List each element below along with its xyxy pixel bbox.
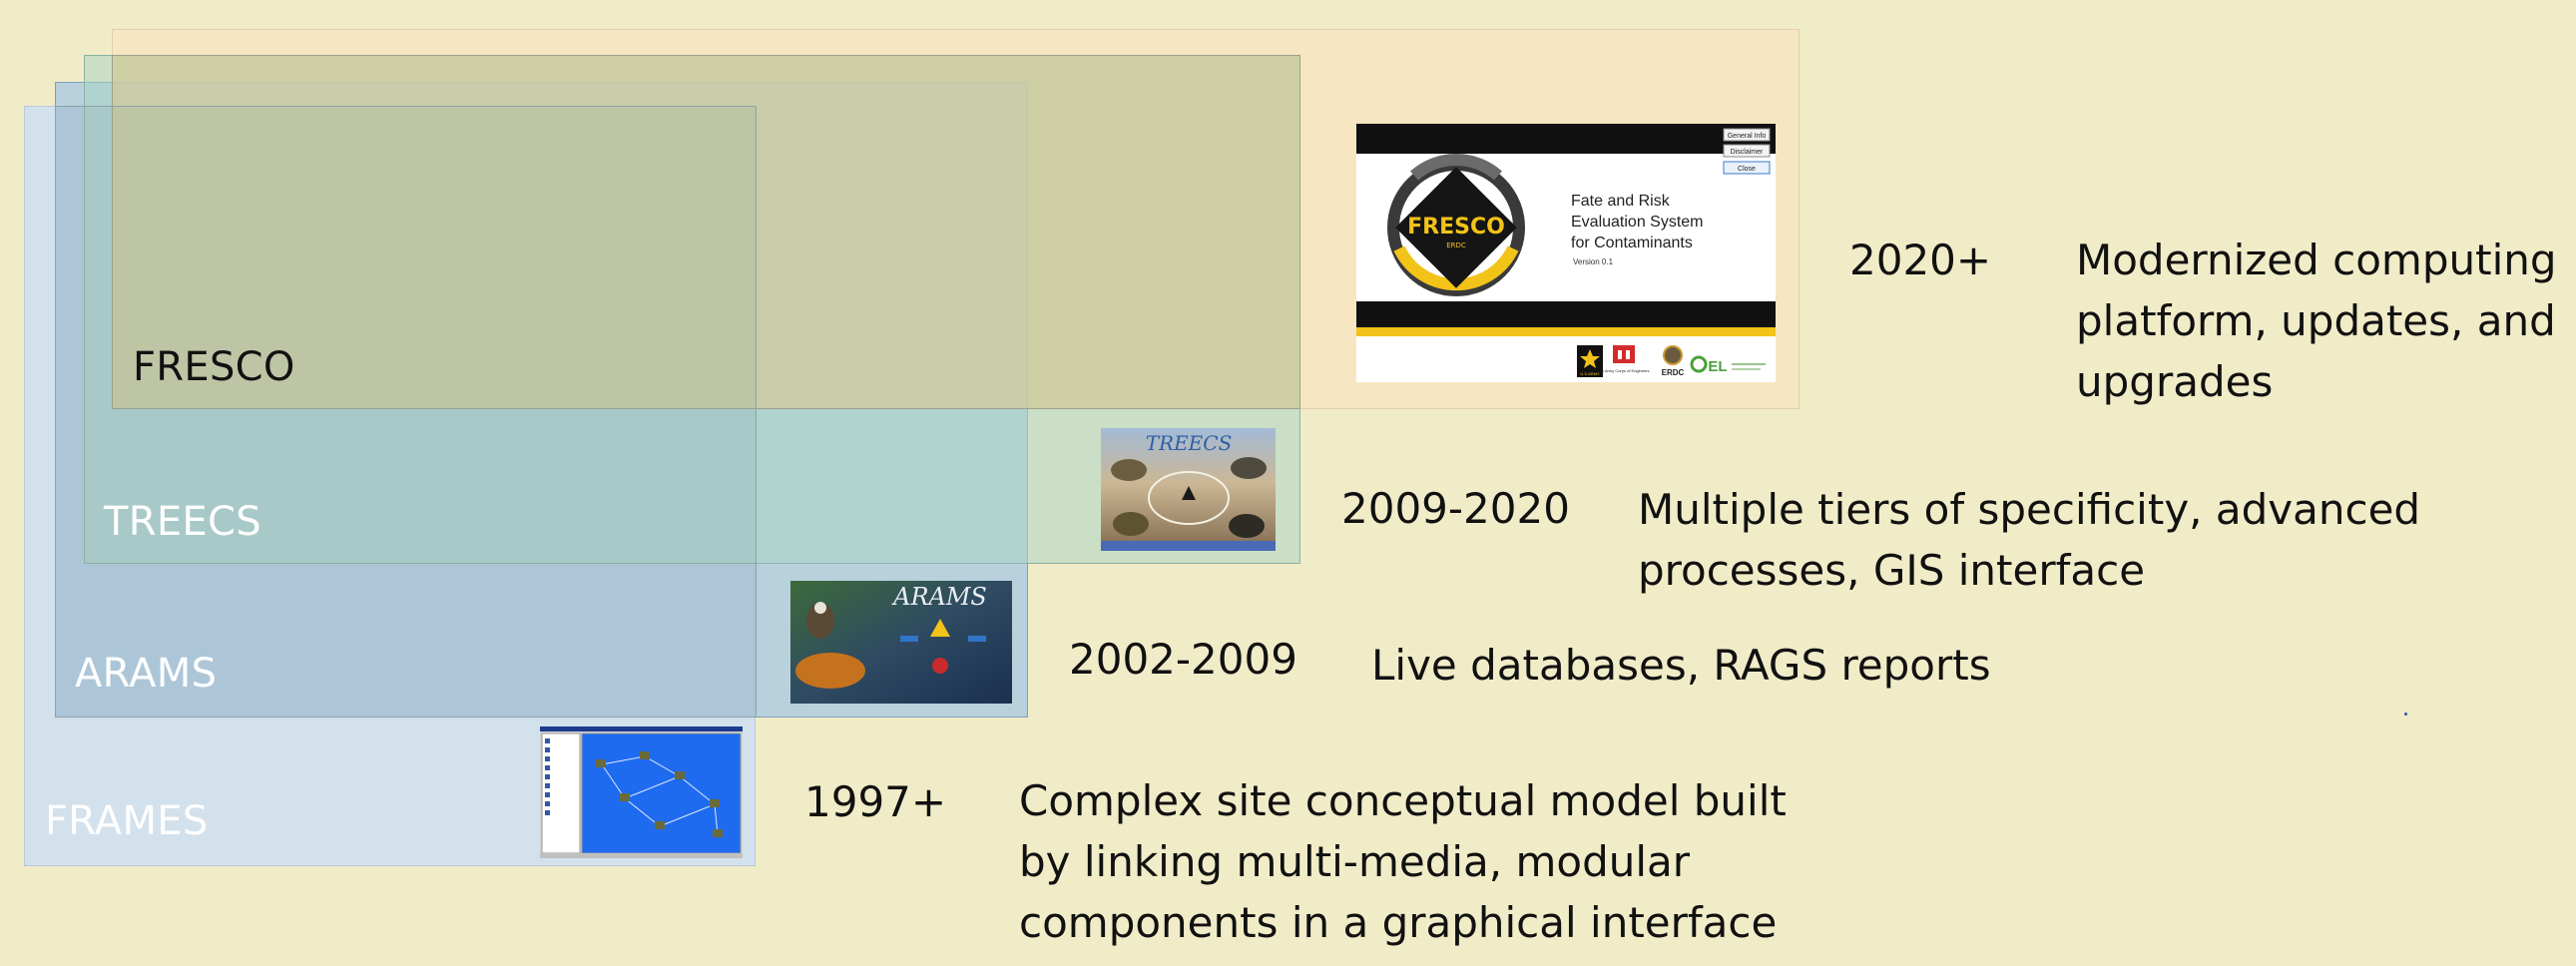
stop-icon [932, 658, 948, 674]
fresco-years: 2020+ [1849, 236, 1992, 284]
overlap-region [55, 106, 757, 718]
arams-years: 2002-2009 [1069, 635, 1297, 684]
general-info-button[interactable]: General Info [1723, 128, 1771, 142]
arams-graphic: ARAMS [790, 581, 1012, 704]
fresco-title-line: Fate and Risk [1571, 193, 1671, 210]
fresco-title-line: Evaluation System [1571, 214, 1704, 231]
fresco-logo-icon: FRESCO ERDC [1387, 153, 1525, 296]
frames-screenshot [540, 726, 743, 858]
fresco-description: Modernized computing platform, updates, … [2076, 230, 2557, 412]
frames-years: 1997+ [804, 777, 947, 826]
arams-screenshot: ARAMS [790, 581, 1012, 704]
treecs-description: Multiple tiers of specificity, advanced … [1638, 479, 2420, 601]
fresco-logo-text: FRESCO [1407, 215, 1505, 240]
arams-label: ARAMS [75, 651, 218, 697]
fresco-label: FRESCO [133, 344, 295, 390]
fresco-splash-graphic: General Info Disclaimer Close FRESCO ERD… [1356, 124, 1776, 382]
arams-description: Live databases, RAGS reports [1371, 635, 1991, 696]
soldier-icon [1113, 512, 1149, 536]
description-line: components in a graphical interface [1019, 898, 1778, 947]
frames-graphic [540, 726, 743, 858]
erdc-text: ERDC [1662, 368, 1685, 377]
close-button[interactable]: Close [1723, 161, 1771, 175]
fish-icon [795, 653, 865, 689]
frames-label: FRAMES [45, 798, 209, 844]
us-army-text: U.S.ARMY [1580, 371, 1600, 376]
fresco-title-line: for Contaminants [1571, 235, 1693, 251]
description-line: processes, GIS interface [1638, 546, 2146, 595]
general-info-label: General Info [1728, 133, 1767, 140]
fresco-logo-subtext: ERDC [1446, 242, 1466, 249]
disclaimer-label: Disclaimer [1731, 149, 1764, 156]
description-line: Modernized computing [2076, 236, 2557, 284]
water-icon [1229, 514, 1265, 538]
treecs-years: 2009-2020 [1341, 484, 1570, 533]
treecs-screenshot: TREECS [1101, 428, 1276, 551]
stray-dot [2404, 713, 2407, 716]
frames-description: Complex site conceptual model built by l… [1019, 770, 1787, 953]
description-line: Complex site conceptual model built [1019, 776, 1787, 825]
fresco-version: Version 0.1 [1573, 257, 1614, 266]
treecs-label: TREECS [104, 499, 261, 545]
fresco-screenshot: General Info Disclaimer Close FRESCO ERD… [1356, 124, 1776, 382]
usace-text: US Army Corps of Engineers [1598, 368, 1649, 373]
description-line: Live databases, RAGS reports [1371, 641, 1991, 690]
terrain-icon [1111, 459, 1147, 481]
treecs-graphic: TREECS [1101, 428, 1276, 551]
disclaimer-button[interactable]: Disclaimer [1723, 144, 1771, 158]
description-line: upgrades [2076, 357, 2274, 406]
description-line: Multiple tiers of specificity, advanced [1638, 485, 2421, 534]
el-text: EL [1708, 358, 1727, 375]
tank-icon [1231, 457, 1267, 479]
close-label: Close [1738, 166, 1756, 173]
description-line: by linking multi-media, modular [1019, 837, 1691, 886]
treecs-logo-text: TREECS [1146, 431, 1233, 455]
arams-logo-text: ARAMS [891, 583, 987, 611]
description-line: platform, updates, and [2076, 296, 2556, 345]
